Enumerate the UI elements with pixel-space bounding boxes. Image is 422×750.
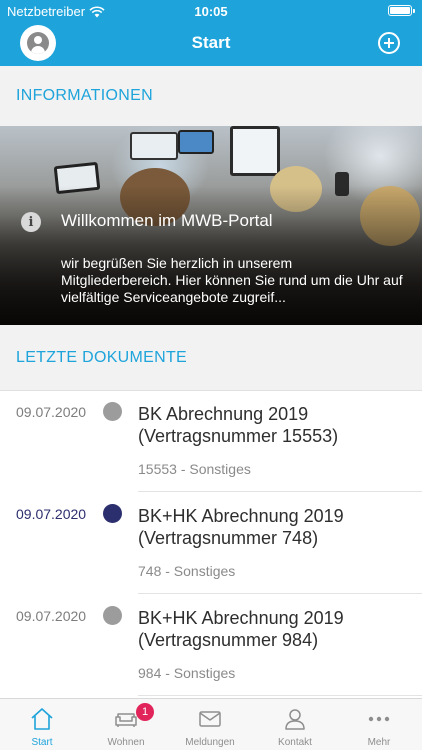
info-card-text: wir begrüßen Sie herzlich in unserem Mit…: [61, 255, 403, 305]
document-title: BK+HK Abrechnung 2019 (Vertragsnummer 98…: [138, 608, 344, 650]
section-header-dokumente: LETZTE DOKUMENTE: [0, 325, 422, 391]
mail-icon: [199, 711, 221, 727]
document-date: 09.07.2020: [16, 404, 87, 420]
document-date: 09.07.2020: [16, 608, 87, 624]
document-meta: 15553 - Sonstiges: [138, 461, 251, 477]
tab-wohnen[interactable]: 1 Wohnen: [84, 699, 168, 750]
divider: [138, 491, 422, 492]
unread-status-dot: [103, 504, 122, 523]
tab-bar: Start 1 Wohnen Meldungen Kontakt Mehr: [0, 698, 422, 750]
notification-badge: 1: [136, 703, 154, 721]
tab-label: Kontakt: [278, 737, 312, 748]
info-card[interactable]: i Willkommen im MWB-Portal wir begrüßen …: [0, 126, 422, 325]
read-status-dot: [103, 402, 122, 421]
page-title: Start: [191, 33, 231, 52]
home-icon: [31, 708, 53, 730]
tab-label: Wohnen: [107, 737, 145, 748]
document-list-item[interactable]: 09.07.2020 BK+HK Abrechnung 2019 (Vertra…: [0, 493, 422, 594]
read-status-dot: [103, 606, 122, 625]
document-meta: 748 - Sonstiges: [138, 563, 236, 579]
add-circle-icon[interactable]: [378, 32, 400, 54]
section-header-informationen: INFORMATIONEN: [0, 66, 422, 126]
document-date: 09.07.2020: [16, 506, 87, 522]
person-icon: [285, 709, 305, 730]
battery-icon: [388, 5, 415, 16]
app-header: Netzbetreiber 10:05 Start: [0, 0, 422, 66]
info-card-title: Willkommen im MWB-Portal: [61, 211, 273, 230]
clock: 10:05: [194, 4, 228, 19]
document-list-item[interactable]: 09.07.2020 BK Abrechnung 2019 (Vertragsn…: [0, 391, 422, 492]
divider: [138, 593, 422, 594]
tab-meldungen[interactable]: Meldungen: [168, 699, 252, 750]
document-meta: 984 - Sonstiges: [138, 665, 236, 681]
tab-start[interactable]: Start: [0, 699, 84, 750]
section-title: LETZTE DOKUMENTE: [16, 348, 188, 366]
tab-kontakt[interactable]: Kontakt: [253, 699, 337, 750]
info-icon: i: [21, 212, 41, 232]
document-title: BK+HK Abrechnung 2019 (Vertragsnummer 74…: [138, 506, 344, 548]
document-list-item[interactable]: 09.07.2020 BK+HK Abrechnung 2019 (Vertra…: [0, 595, 422, 696]
status-bar: Netzbetreiber 10:05: [0, 0, 422, 22]
sofa-icon: [115, 713, 137, 727]
divider: [138, 695, 422, 696]
section-title: INFORMATIONEN: [16, 87, 153, 104]
tab-label: Start: [31, 737, 53, 748]
tab-label: Meldungen: [185, 737, 235, 748]
document-title: BK Abrechnung 2019 (Vertragsnummer 15553…: [138, 404, 339, 446]
tab-label: Mehr: [367, 737, 391, 748]
more-icon: [368, 716, 390, 722]
tab-mehr[interactable]: Mehr: [337, 699, 421, 750]
